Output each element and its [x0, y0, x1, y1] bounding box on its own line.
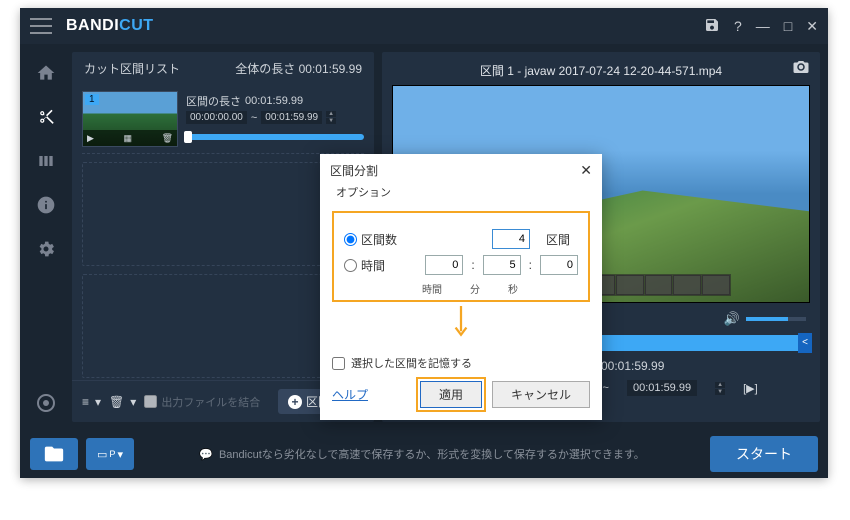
- record-icon[interactable]: [37, 394, 55, 412]
- remember-checkbox[interactable]: 選択した区間を記憶する: [332, 355, 590, 371]
- merge-output-checkbox[interactable]: 出力ファイルを結合: [144, 394, 260, 410]
- hours-label: 時間: [422, 281, 442, 296]
- logo-part1: BANDI: [66, 17, 119, 34]
- dialog-close-icon[interactable]: ✕: [580, 162, 592, 179]
- arrow-icon: [332, 306, 590, 345]
- total-length: 全体の長さ 00:01:59.99: [235, 60, 362, 77]
- cut-icon[interactable]: [35, 106, 57, 128]
- segment-slider[interactable]: [186, 134, 364, 140]
- count-input[interactable]: [492, 229, 530, 249]
- options-legend: オプション: [332, 184, 590, 200]
- plus-icon: +: [288, 395, 302, 409]
- preview-title: 区間 1 - javaw 2017-07-24 12-20-44-571.mp4: [480, 64, 722, 78]
- volume-icon[interactable]: 🔊: [724, 311, 740, 327]
- delete-small-icon[interactable]: 🗑: [162, 133, 173, 144]
- segment-out-time[interactable]: 00:01:59.99: [261, 111, 322, 124]
- seconds-input[interactable]: [540, 255, 578, 275]
- sidebar: [20, 44, 72, 430]
- count-unit: 区間: [538, 231, 578, 248]
- minutes-label: 分: [470, 281, 480, 296]
- dialog-title: 区間分割: [330, 162, 378, 179]
- help-icon[interactable]: ?: [734, 18, 742, 34]
- list-delete-dropdown[interactable]: 🗑▾: [109, 395, 136, 409]
- preview-length-value: 00:01:59.99: [601, 359, 664, 373]
- seconds-label: 秒: [508, 281, 518, 296]
- volume-control[interactable]: 🔊: [724, 311, 806, 327]
- range-out[interactable]: 00:01:59.99: [627, 380, 697, 396]
- hours-input[interactable]: [425, 255, 463, 275]
- segment-list-title: カット区間リスト: [84, 60, 180, 77]
- minimize-icon[interactable]: —: [756, 18, 770, 34]
- apply-button[interactable]: 適用: [420, 381, 482, 408]
- segment-index: 1: [85, 94, 99, 105]
- close-icon[interactable]: ✕: [806, 18, 818, 35]
- play-small-icon[interactable]: ▶: [87, 133, 94, 144]
- time-spinner[interactable]: ▲▼: [326, 111, 336, 124]
- save-icon[interactable]: [704, 17, 720, 36]
- options-fieldset: 区間数 区間 時間 : : 時間 分 秒: [332, 211, 590, 302]
- titlebar: BANDICUT ? — □ ✕: [20, 8, 828, 44]
- logo-part2: CUT: [119, 17, 153, 34]
- app-logo: BANDICUT: [66, 17, 154, 35]
- minutes-input[interactable]: [483, 255, 521, 275]
- preset-button[interactable]: ▭P ▾: [86, 438, 134, 470]
- start-button[interactable]: スタート: [710, 436, 818, 472]
- timeline-cap[interactable]: <: [798, 333, 812, 353]
- home-icon[interactable]: [35, 62, 57, 84]
- grid-small-icon[interactable]: ▦: [123, 133, 132, 144]
- segment-length-label: 区間の長さ: [186, 93, 241, 109]
- cancel-button[interactable]: キャンセル: [492, 381, 590, 408]
- chat-icon: 💬: [199, 448, 213, 461]
- info-icon[interactable]: [35, 194, 57, 216]
- splice-icon[interactable]: [35, 150, 57, 172]
- app-footer: ▭P ▾ 💬 Bandicutなら劣化なしで高速で保存するか、形式を変換して保存…: [20, 430, 828, 478]
- app-window: BANDICUT ? — □ ✕ カット区間リスト 全体の長さ: [20, 8, 828, 478]
- camera-icon[interactable]: [792, 58, 810, 81]
- range-spinner-r[interactable]: ▲▼: [715, 382, 725, 395]
- maximize-icon[interactable]: □: [784, 18, 792, 34]
- play-range-icon[interactable]: [▶]: [743, 382, 758, 395]
- radio-count[interactable]: 区間数: [344, 231, 397, 248]
- segment-in-time[interactable]: 00:00:00.00: [186, 111, 247, 124]
- segment-thumbnail[interactable]: 1 ▶ ▦ 🗑: [82, 91, 178, 147]
- radio-time[interactable]: 時間: [344, 257, 385, 274]
- footer-hint: 💬 Bandicutなら劣化なしで高速で保存するか、形式を変換して保存するか選択…: [199, 446, 645, 462]
- menu-icon[interactable]: [30, 18, 52, 34]
- dialog-help-link[interactable]: ヘルプ: [332, 386, 368, 403]
- volume-slider[interactable]: [746, 317, 806, 321]
- split-segment-dialog: 区間分割 ✕ オプション 区間数 区間 時間 : :: [320, 154, 602, 420]
- list-menu-dropdown[interactable]: ≡▾: [82, 395, 101, 409]
- settings-icon[interactable]: [35, 238, 57, 260]
- segment-item[interactable]: 1 ▶ ▦ 🗑 区間の長さ 00:01:59.99: [82, 85, 364, 154]
- open-file-button[interactable]: [30, 438, 78, 470]
- segment-length-value: 00:01:59.99: [245, 95, 303, 107]
